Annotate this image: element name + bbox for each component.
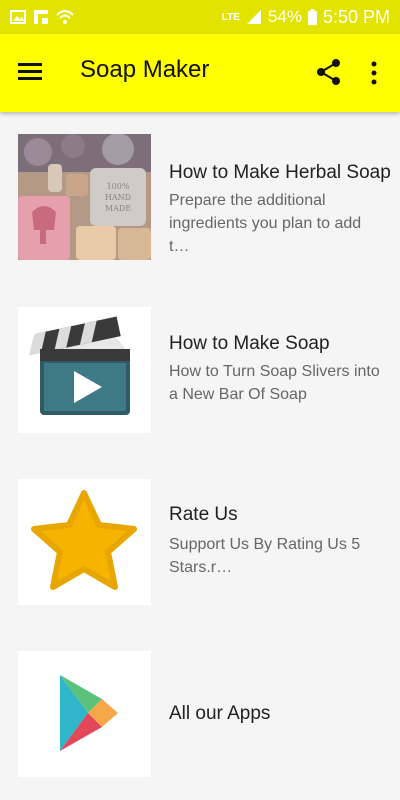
item-title: How to Make Herbal Soap [169, 162, 391, 183]
status-left-icons [10, 9, 74, 25]
status-right-info: LTE 54% 5:50 PM [222, 7, 390, 28]
item-title: How to Make Soap [169, 333, 330, 354]
item-subtitle: Support Us By Rating Us 5 Stars.r… [169, 536, 361, 576]
battery-percent: 54% [267, 7, 302, 26]
list-item-make-soap[interactable]: How to Make Soap How to Turn Soap Sliver… [0, 285, 400, 435]
svg-text:MADE: MADE [105, 204, 131, 213]
network-type: LTE [221, 11, 240, 23]
item-title: Rate Us [169, 504, 238, 525]
menu-icon[interactable] [18, 59, 44, 85]
flipboard-notification-icon [34, 10, 48, 24]
gallery-notification-icon [10, 10, 26, 24]
herbal-soap-image: 100% HAND MADE [18, 134, 151, 260]
item-subtitle: Prepare the additional ingredients you p… [169, 192, 362, 255]
list-item-all-apps[interactable]: All our Apps [0, 629, 400, 779]
list-item-rate-us[interactable]: Rate Us Support Us By Rating Us 5 Stars.… [0, 457, 400, 607]
star-icon [18, 479, 151, 605]
star-image [18, 479, 151, 605]
list-item-herbal-soap[interactable]: 100% HAND MADE How to Make Herbal Soap P… [0, 112, 400, 262]
play-store-image [18, 651, 151, 777]
share-icon[interactable] [316, 58, 342, 86]
item-subtitle: How to Turn Soap Slivers into a New Bar … [169, 363, 380, 403]
video-clapper-image [18, 307, 151, 433]
app-bar: Soap Maker [0, 34, 400, 112]
app-title: Soap Maker [80, 56, 210, 83]
item-title: All our Apps [169, 703, 271, 724]
wifi-icon [56, 10, 74, 24]
handmade-stamp-text: 100% [107, 182, 130, 191]
clock: 5:50 PM [322, 6, 390, 27]
signal-icon [246, 10, 261, 24]
play-store-icon [18, 651, 151, 777]
svg-text:HAND: HAND [105, 193, 131, 202]
battery-icon [307, 9, 317, 25]
status-bar: LTE 54% 5:50 PM [0, 0, 400, 34]
more-options-icon[interactable] [366, 60, 382, 86]
